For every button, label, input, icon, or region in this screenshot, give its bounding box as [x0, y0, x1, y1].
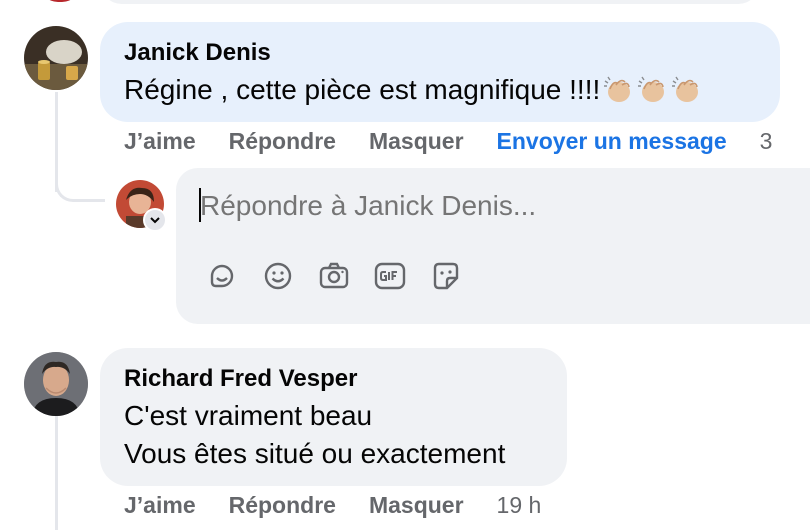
comment-timestamp[interactable]: 19 h	[497, 492, 542, 519]
account-switch-chevron-icon[interactable]	[143, 208, 167, 232]
send-message-button[interactable]: Envoyer un message	[497, 128, 727, 155]
comment-actions: J’aime Répondre Masquer Envoyer un messa…	[124, 128, 772, 155]
comment-text-line-1: C'est vraiment beau	[124, 400, 373, 431]
comment-text: Régine , cette pièce est magnifique !!!!	[124, 71, 702, 115]
comment-timestamp[interactable]: 3	[760, 128, 773, 155]
thread-line-bottom	[55, 416, 58, 530]
gif-icon[interactable]	[372, 258, 408, 294]
avatar-janick-denis[interactable]	[24, 26, 88, 90]
clapping-hands-icon	[602, 73, 634, 115]
like-button[interactable]: J’aime	[124, 128, 196, 155]
composer-toolbar	[204, 258, 484, 294]
comment-actions: J’aime Répondre Masquer 19 h	[124, 492, 541, 519]
clapping-hands-icon	[670, 73, 702, 115]
reply-input[interactable]	[198, 186, 760, 226]
comment-text-line: Régine , cette pièce est magnifique !!!!	[124, 74, 601, 105]
reply-button[interactable]: Répondre	[229, 128, 336, 155]
avatar-sticker-icon[interactable]	[428, 258, 464, 294]
comment-author[interactable]: Richard Fred Vesper	[124, 365, 357, 393]
clapping-hands-icon	[636, 73, 668, 115]
like-button[interactable]: J’aime	[124, 492, 196, 519]
previous-comment-bubble-edge	[100, 0, 760, 4]
hide-button[interactable]: Masquer	[369, 128, 464, 155]
previous-avatar-edge	[40, 0, 80, 2]
comment-author[interactable]: Janick Denis	[124, 39, 271, 67]
avatar-image	[24, 26, 88, 90]
thread-line-curve	[55, 160, 105, 202]
text-caret	[199, 188, 201, 222]
reply-composer	[176, 168, 810, 324]
avatar-image	[24, 352, 88, 416]
avatar-richard-fred-vesper[interactable]	[24, 352, 88, 416]
emoji-icon[interactable]	[260, 258, 296, 294]
comment-text-line-2: Vous êtes situé ou exactement	[124, 438, 506, 469]
camera-icon[interactable]	[316, 258, 352, 294]
reply-button[interactable]: Répondre	[229, 492, 336, 519]
sticker-icon[interactable]	[204, 258, 240, 294]
hide-button[interactable]: Masquer	[369, 492, 464, 519]
